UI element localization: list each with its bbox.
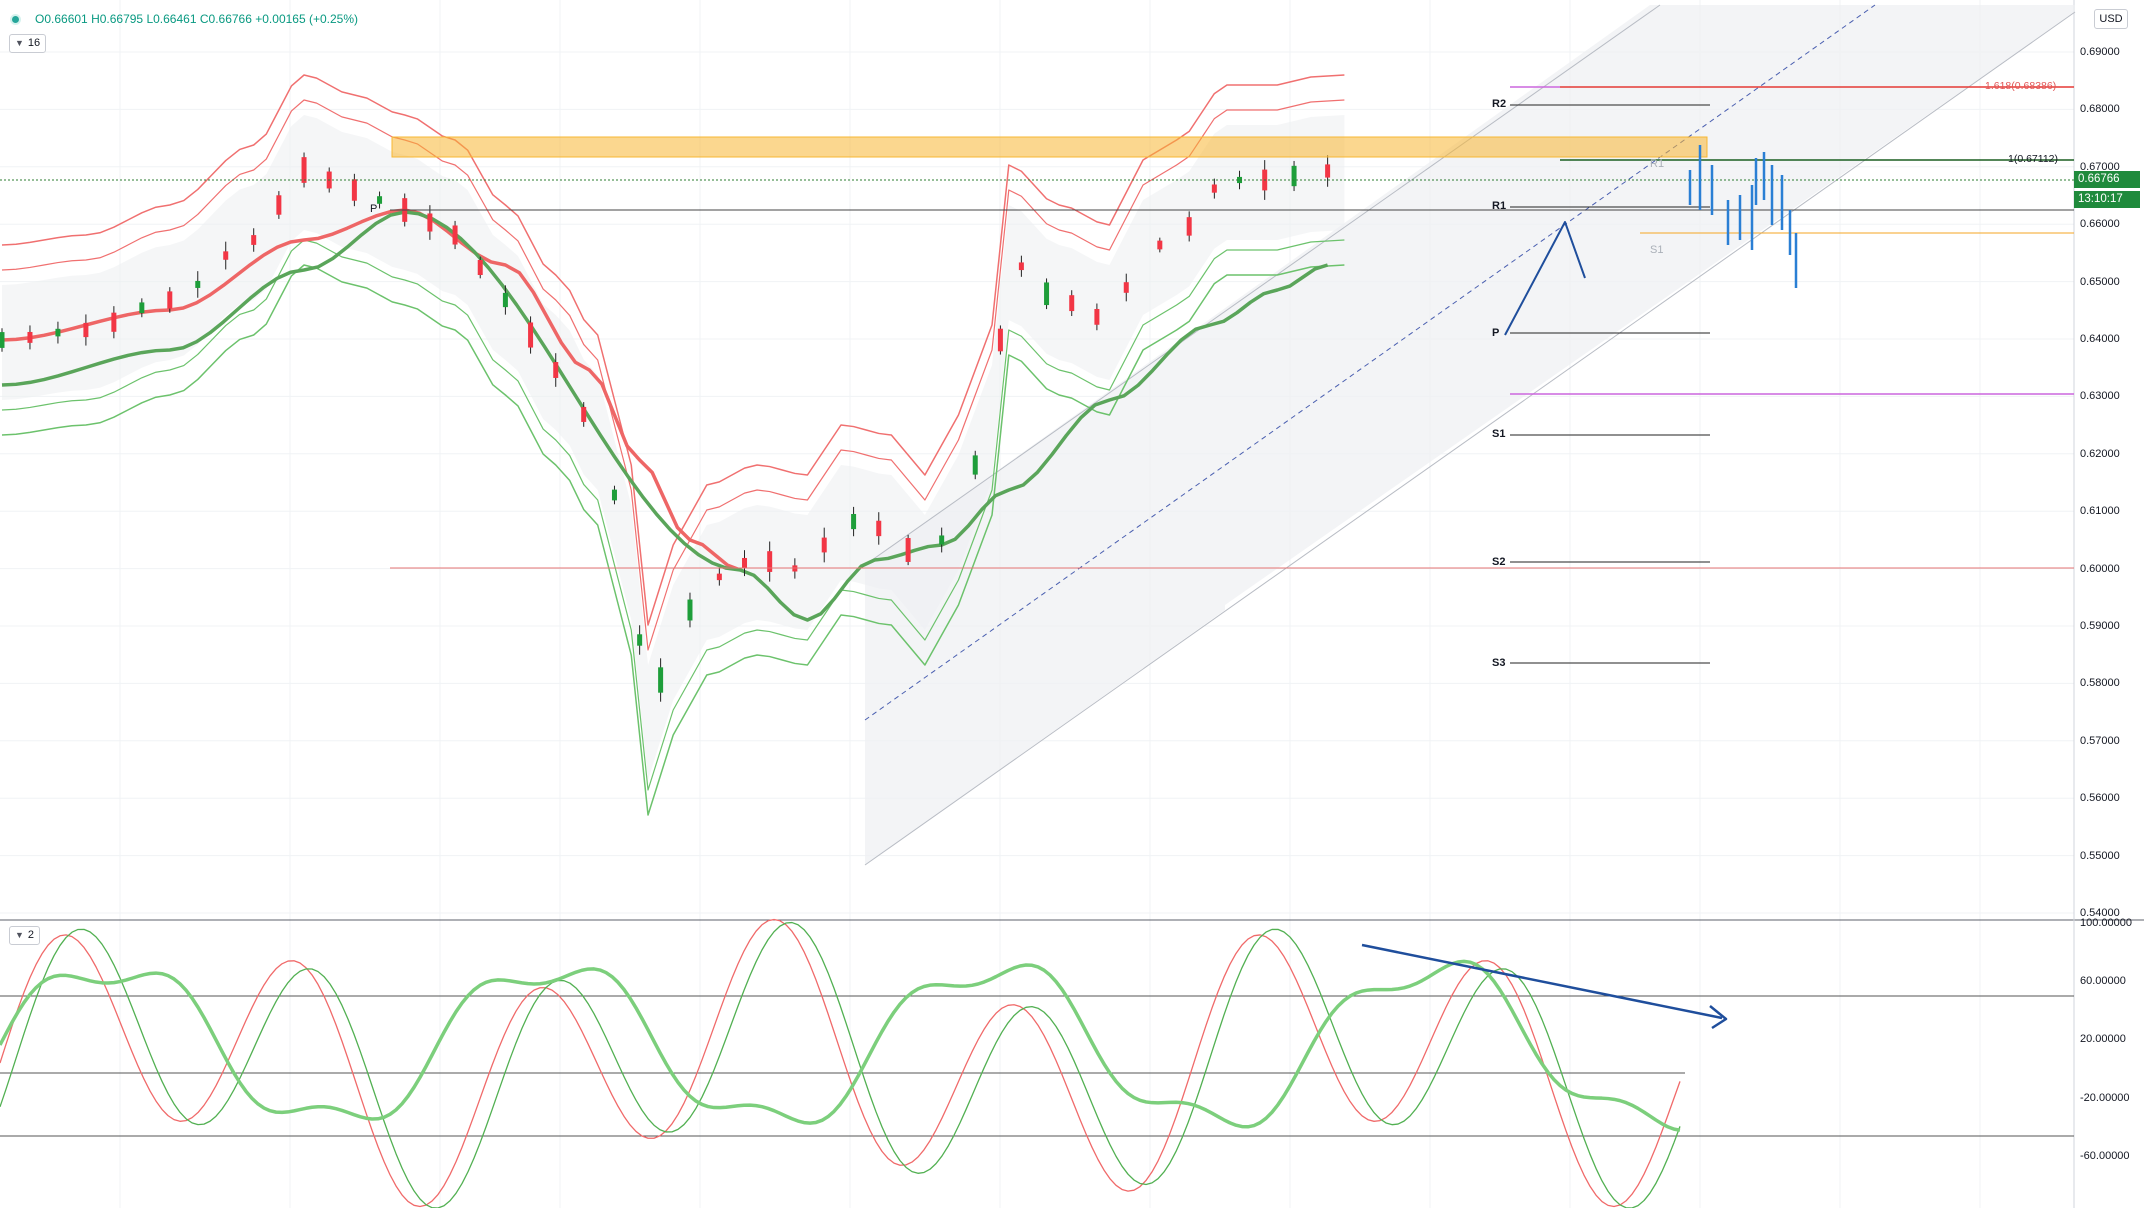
candle-body <box>528 322 534 348</box>
pivot-r2-label: R2 <box>1492 98 1507 110</box>
price-axis-tick: 0.65000 <box>2080 275 2120 288</box>
candle-body <box>502 292 508 308</box>
candle-body <box>251 235 257 245</box>
candle-body <box>111 312 117 332</box>
osc-axis-tick: -60.00000 <box>2080 1149 2130 1162</box>
candle-body <box>1044 282 1050 306</box>
price-axis-tick: 0.62000 <box>2080 447 2120 460</box>
chart-area[interactable]: O0.66601 H0.66795 L0.66461 C0.66766 +0.0… <box>0 0 2144 1208</box>
price-axis-tick: 0.60000 <box>2080 562 2120 575</box>
candle-body <box>351 179 357 201</box>
main-indicators-count: 16 <box>27 37 41 49</box>
candle-body <box>27 331 33 343</box>
candle-body <box>876 520 882 537</box>
candle-body <box>1325 164 1331 178</box>
oscillator-slow <box>0 921 1681 1208</box>
pivot-r1-small-label: R1 <box>1650 158 1665 170</box>
candle-body <box>553 362 559 378</box>
candle-body <box>581 406 587 422</box>
open-value: O0.66601 <box>35 12 88 26</box>
candle-body <box>658 667 664 693</box>
resistance-zone <box>391 136 1708 158</box>
candle-body <box>716 573 722 581</box>
price-axis-tick: 0.59000 <box>2080 620 2120 632</box>
price-axis-tick: 0.55000 <box>2080 849 2120 862</box>
osc-axis-tick: 20.00000 <box>2080 1033 2126 1046</box>
pivot-s3-label: S3 <box>1492 657 1506 669</box>
price-axis-tick: 0.66000 <box>2080 218 2120 231</box>
candle-body <box>0 332 5 348</box>
pivot-p-label: P <box>1492 327 1500 339</box>
price-axis-tick: 0.63000 <box>2080 390 2120 403</box>
change-value: +0.00165 (+0.25%) <box>255 12 358 26</box>
candle-body <box>1157 240 1163 250</box>
osc-indicators-toggle[interactable]: ▼ 2 <box>9 926 41 945</box>
chevron-down-icon: ▼ <box>15 930 24 940</box>
price-axis-tick: 0.69000 <box>2080 46 2120 58</box>
countdown-tag: 13:10:17 <box>2074 191 2140 208</box>
candle-body <box>972 455 978 475</box>
candle-body <box>83 322 89 338</box>
price-axis-tick: 0.56000 <box>2080 792 2120 805</box>
last-price-tag: 0.66766 <box>2074 171 2140 188</box>
osc-axis-tick: 100.00000 <box>2080 917 2132 929</box>
candle-body <box>767 551 773 572</box>
candle-body <box>611 489 617 501</box>
candle-body <box>477 259 483 276</box>
price-axis-tick: 0.68000 <box>2080 103 2120 116</box>
channel-fill <box>865 5 2075 865</box>
osc-indicators-count: 2 <box>27 929 35 941</box>
candle-body <box>1123 282 1129 293</box>
fib-1618-label: 1.618(0.68386) <box>1985 80 2057 92</box>
low-value: L0.66461 <box>146 12 197 26</box>
symbol-status-icon[interactable] <box>10 14 21 26</box>
pivot-s2-label: S2 <box>1492 556 1506 568</box>
pivot-r1-label: R1 <box>1492 200 1507 212</box>
candle-body <box>427 213 433 232</box>
candle-body <box>55 328 61 337</box>
candle-body <box>276 195 282 215</box>
candle-body <box>637 634 643 646</box>
osc-axis-tick: -20.00000 <box>2080 1091 2130 1104</box>
oscillator-fast <box>0 918 1681 1208</box>
candle-body <box>821 537 827 553</box>
candle-body <box>452 225 458 245</box>
candle-body <box>223 251 229 260</box>
candle-body <box>139 302 145 314</box>
candle-body <box>1291 165 1297 187</box>
chart-canvas[interactable] <box>0 0 2144 1208</box>
candle-body <box>939 535 945 545</box>
ohlc-legend: O0.66601 H0.66795 L0.66461 C0.66766 +0.0… <box>10 12 358 26</box>
candle-body <box>997 328 1003 352</box>
candle-body <box>1211 184 1217 193</box>
currency-button[interactable]: USD <box>2094 9 2128 29</box>
main-indicators-toggle[interactable]: ▼ 16 <box>9 34 47 53</box>
candle-body <box>742 557 748 569</box>
pivot-s1-small-label: S1 <box>1650 244 1664 256</box>
osc-axis-tick: 60.00000 <box>2080 975 2126 988</box>
price-axis-tick: 0.57000 <box>2080 734 2120 747</box>
candle-body <box>1186 217 1192 236</box>
fib-1-label: 1(0.67112) <box>2008 153 2059 165</box>
price-axis-tick: 0.58000 <box>2080 677 2120 690</box>
candle-body <box>377 196 383 204</box>
candle-body <box>167 291 173 309</box>
candle-body <box>301 157 307 183</box>
close-value: C0.66766 <box>199 12 252 26</box>
high-value: H0.66795 <box>91 12 144 26</box>
chevron-down-icon: ▼ <box>15 38 24 48</box>
price-axis-tick: 0.61000 <box>2080 505 2120 518</box>
candle-body <box>905 538 911 562</box>
price-axis-tick: 0.64000 <box>2080 333 2120 345</box>
candle-body <box>1069 295 1075 312</box>
divergence-arrow-line <box>1361 943 1723 1020</box>
pivot-s1-label: S1 <box>1492 428 1506 440</box>
candle-body <box>851 513 857 530</box>
candle-body <box>1094 308 1100 325</box>
candle-body <box>1018 262 1024 271</box>
candle-body <box>687 599 693 621</box>
pivot-p-left-label: P <box>370 203 378 215</box>
candle-body <box>195 280 201 288</box>
